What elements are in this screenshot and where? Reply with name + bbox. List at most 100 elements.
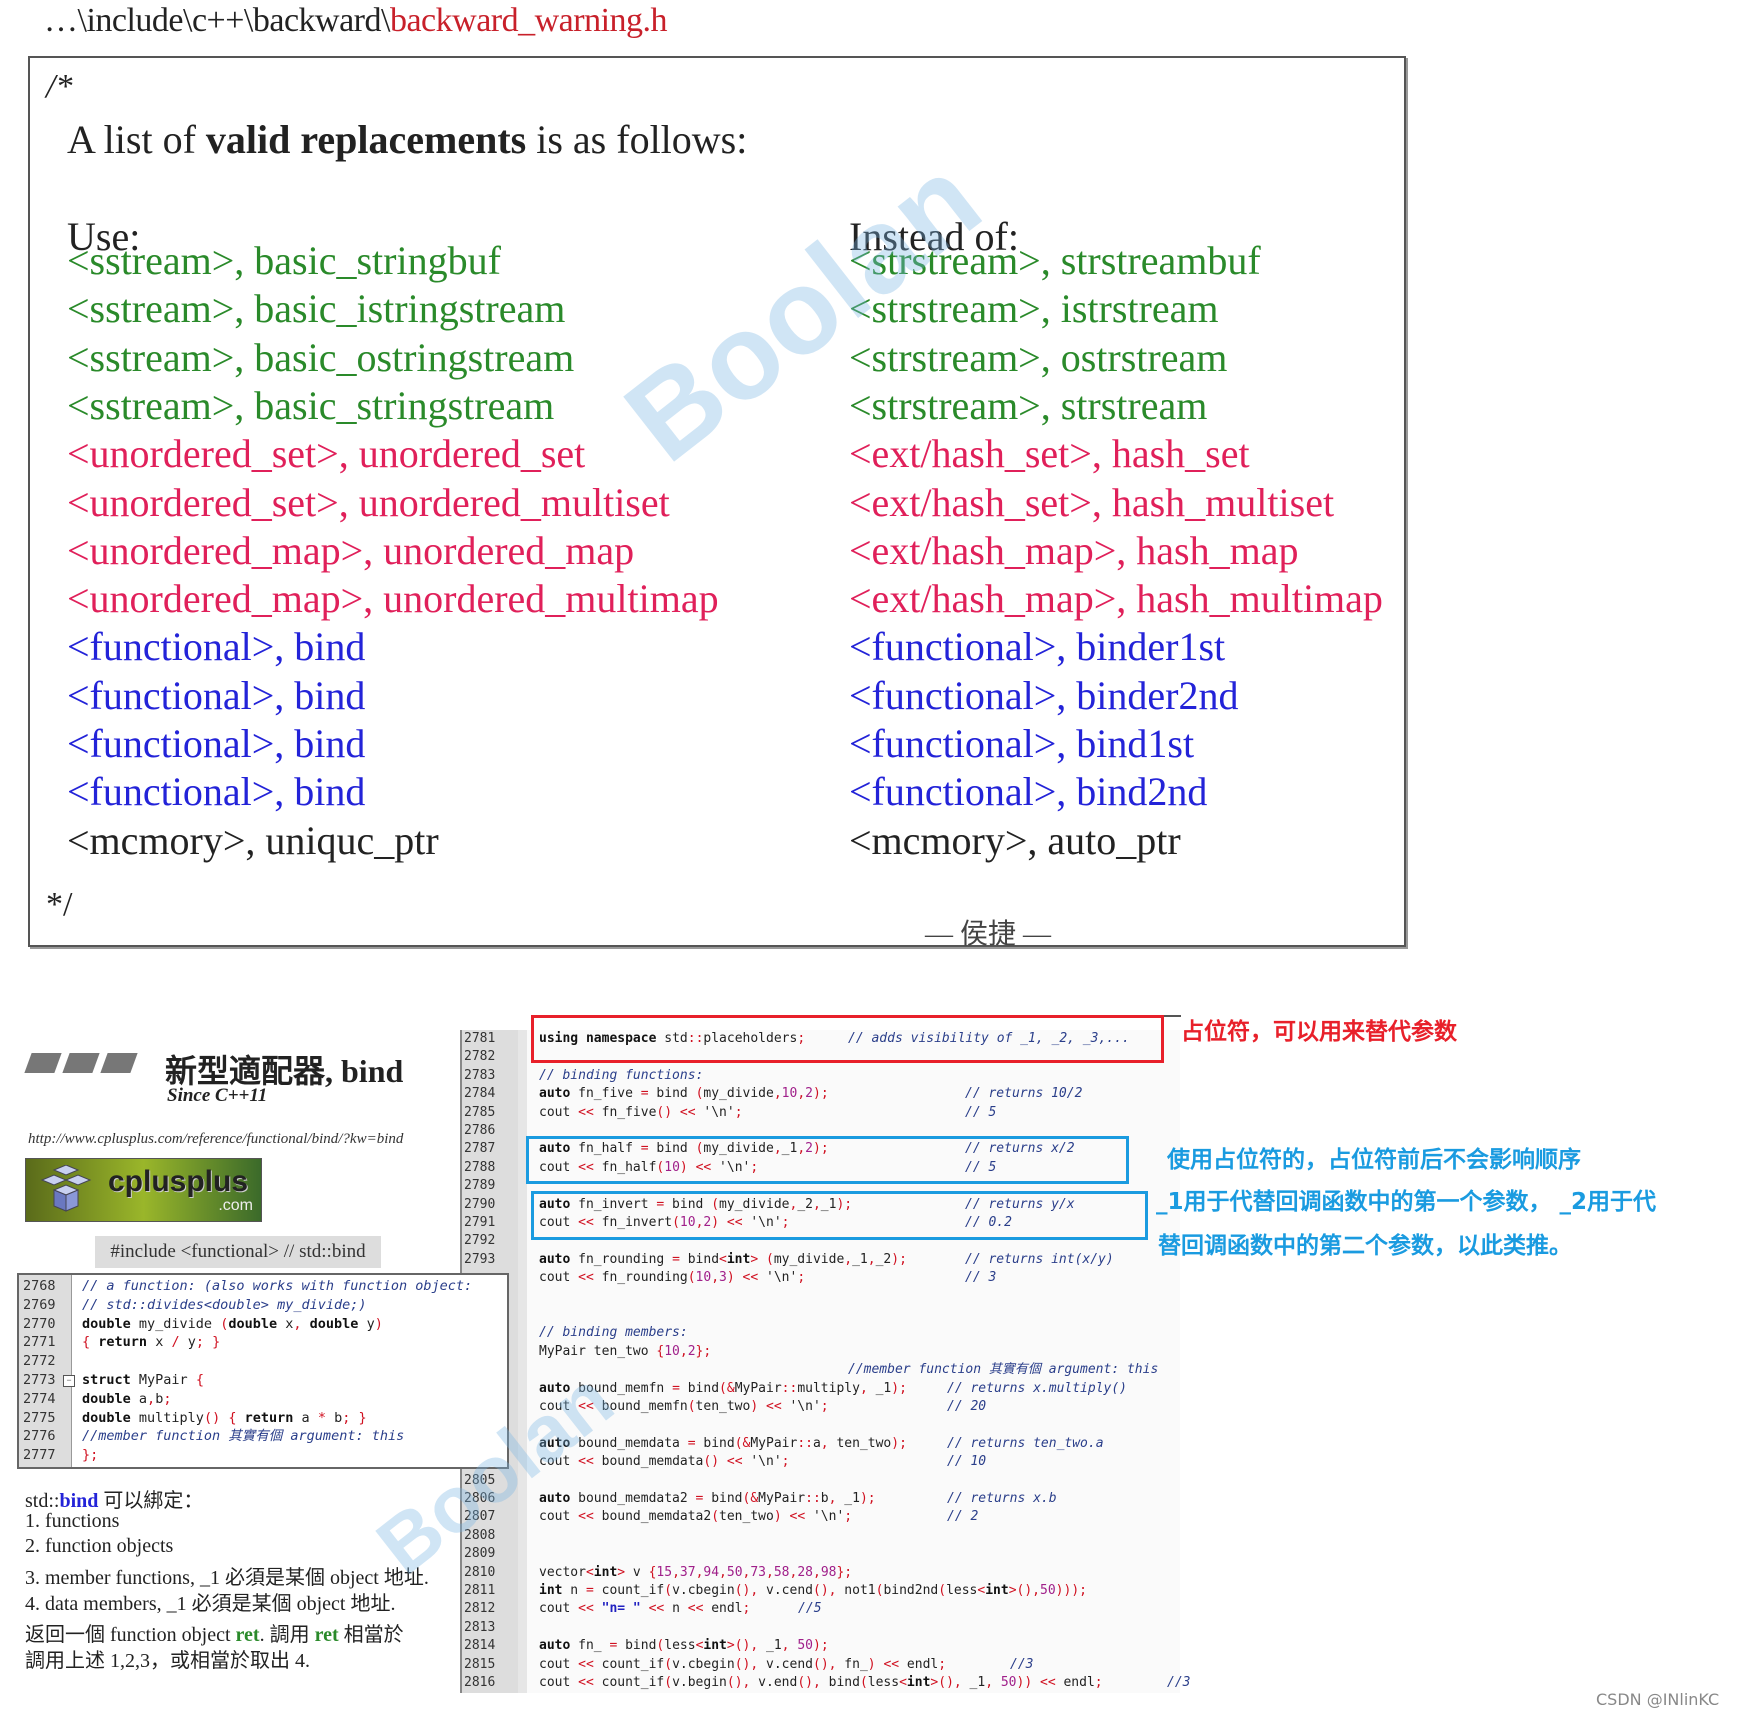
line-number: 2772 — [23, 1353, 56, 1370]
line-number: 2790 — [464, 1196, 496, 1212]
logo-text: cplusplus — [108, 1165, 249, 1198]
code-line: cout << count_if(v.cbegin(), v.cend(), f… — [539, 1656, 947, 1672]
code-text: //member function 其實有個 argument: this — [82, 1428, 405, 1445]
note-line-5: 4. data members, _1 必須是某個 object 地址. — [25, 1593, 396, 1615]
code-comment: // returns int(x/y) — [965, 1251, 1114, 1267]
connector-line — [1161, 1015, 1181, 1017]
line-number: 2769 — [23, 1296, 56, 1313]
line-number: 2810 — [464, 1564, 496, 1580]
line-number: 2787 — [464, 1141, 496, 1157]
line-number: 2812 — [464, 1601, 496, 1617]
code-text: }; — [82, 1447, 99, 1464]
cubes-icon — [40, 1165, 92, 1212]
code-line: 2771 { return x / y; } — [19, 1333, 499, 1352]
line-number: 2792 — [464, 1233, 496, 1249]
collapse-icon[interactable]: − — [63, 1375, 75, 1387]
note-line-1: std::bind 可以綁定： — [25, 1484, 203, 1513]
code-comment: // returns ten_two.a — [947, 1435, 1104, 1451]
line-number: 2789 — [464, 1178, 496, 1194]
replacement-instead: <ext/hash_set>, hash_set — [849, 431, 1250, 477]
line-number: 2785 — [464, 1104, 496, 1120]
code-comment: // 5 — [965, 1104, 997, 1120]
code-comment: //3 — [1010, 1656, 1034, 1672]
note-line-6: 返回一個 function object ret. 調用 ret 相當於 — [25, 1618, 404, 1647]
code-text: // std::divides<double> my_divide;) — [82, 1296, 367, 1313]
code-comment: // binding members: — [539, 1325, 688, 1341]
note-ret2: ret — [314, 1624, 339, 1646]
line-number: 2774 — [23, 1390, 56, 1407]
note-6c: 相當於 — [338, 1624, 404, 1646]
replacement-use: <unordered_map>, unordered_map — [67, 527, 635, 573]
replacement-instead: <strstream>, ostrstream — [849, 334, 1228, 380]
code-comment: // returns 10/2 — [965, 1086, 1083, 1102]
reference-url: http://www.cplusplus.com/reference/funct… — [28, 1131, 404, 1147]
author: — 侯捷 — — [925, 919, 1052, 950]
replacement-use: <unordered_set>, unordered_set — [67, 431, 586, 477]
code-line: 2768 // a function: (also works with func… — [19, 1277, 499, 1296]
title-decoration — [24, 1053, 142, 1078]
code-comment: // 10 — [947, 1454, 987, 1470]
line-number: 2783 — [464, 1067, 496, 1083]
open-comment: /* — [46, 68, 73, 105]
line-number: 2784 — [464, 1086, 496, 1102]
replacement-use: <functional>, bind — [67, 721, 366, 766]
code-comment: //3 — [1167, 1675, 1191, 1690]
code-line: vector<int> v {15,37,94,50,73,58,28,98}; — [539, 1564, 853, 1580]
code-line: 2776 //member function 其實有個 argument: th… — [19, 1427, 499, 1446]
code-comment: //member function 其實有個 argument: this — [848, 1362, 1159, 1378]
replacement-use: <functional>, bind — [67, 624, 366, 670]
replacement-use: <unordered_map>, unordered_multimap — [67, 576, 719, 622]
note-line-3: 2. function objects — [25, 1535, 174, 1557]
line-number: 2768 — [23, 1278, 56, 1294]
note-post: 可以綁定： — [98, 1490, 204, 1512]
replacement-use: <sstream>, basic_istringstream — [67, 286, 566, 332]
line-number: 2776 — [23, 1428, 56, 1445]
line-number: 2781 — [464, 1031, 496, 1046]
code-comment: // binding functions: — [539, 1067, 704, 1083]
replacement-use: <sstream>, basic_stringbuf — [67, 238, 501, 283]
intro-pre: A list of — [67, 117, 206, 162]
code-comment: // returns x.b — [947, 1491, 1057, 1506]
code-text: double multiply() { return a * b; } — [82, 1409, 367, 1426]
replacement-use: <sstream>, basic_ostringstream — [67, 334, 575, 380]
code-line: cout << count_if(v.begin(), v.end(), bin… — [539, 1675, 1103, 1690]
code-line: auto fn_five = bind (my_divide,10,2); — [539, 1086, 829, 1102]
code-line: int n = count_if(v.cbegin(), v.cend(), n… — [539, 1583, 1087, 1598]
replacement-use: <sstream>, basic_stringstream — [67, 382, 555, 428]
code-comment: // returns x.multiply() — [947, 1380, 1128, 1396]
note-line-4: 3. member functions, _1 必須是某個 object 地址. — [25, 1567, 429, 1589]
code-line: 2769 // std::divides<double> my_divide;) — [19, 1296, 499, 1315]
line-number: 2813 — [464, 1619, 496, 1635]
replacement-instead: <functional>, binder2nd — [849, 672, 1239, 718]
replacement-use: <mcmory>, uniquc_ptr — [67, 817, 439, 863]
code-line: 2775 double multiply() { return a * b; } — [19, 1409, 499, 1428]
code-text: { return x / y; } — [82, 1334, 221, 1351]
intro-text: A list of valid replacements is as follo… — [67, 116, 747, 163]
blue-annotation-2: _1用于代替回调函数中的第一个参数， _2用于代 — [1156, 1189, 1657, 1215]
line-number: 2788 — [464, 1159, 496, 1175]
code-line: cout << fn_five() << '\n'; — [539, 1104, 743, 1120]
code-line: auto bound_memdata2 = bind(&MyPair::b, _… — [539, 1491, 876, 1506]
code-line: 2777}; — [19, 1446, 499, 1465]
line-number: 2777 — [23, 1447, 56, 1464]
placeholder-highlight-box — [531, 1015, 1164, 1063]
note-line-2: 1. functions — [25, 1510, 120, 1532]
replacement-instead: <functional>, binder1st — [849, 624, 1226, 670]
blue-annotation-1: 使用占位符的，占位符前后不会影响顺序 — [1167, 1147, 1581, 1173]
code-text: struct MyPair { — [82, 1372, 204, 1388]
code-line: auto fn_ = bind(less<int>(), _1, 50); — [539, 1638, 829, 1654]
file-path: …\include\c++\backward\backward_warning.… — [44, 2, 668, 40]
code-line: 2772 — [19, 1352, 499, 1371]
line-number: 2791 — [464, 1215, 496, 1230]
code-text: double a,b; — [82, 1390, 172, 1407]
replacement-instead: <mcmory>, auto_ptr — [849, 817, 1181, 863]
note-ret: ret — [235, 1624, 260, 1646]
line-number: 2811 — [464, 1583, 496, 1598]
code-comment: // 2 — [947, 1509, 979, 1525]
line-number: 2782 — [464, 1049, 496, 1065]
intro-bold: valid replacements — [205, 117, 527, 162]
fn-half-highlight-box — [526, 1136, 1129, 1184]
note-line-7: 調用上述 1,2,3，或相當於取出 4. — [25, 1650, 310, 1672]
code-comment: // 20 — [947, 1399, 987, 1414]
fn-invert-highlight-box — [531, 1191, 1148, 1240]
